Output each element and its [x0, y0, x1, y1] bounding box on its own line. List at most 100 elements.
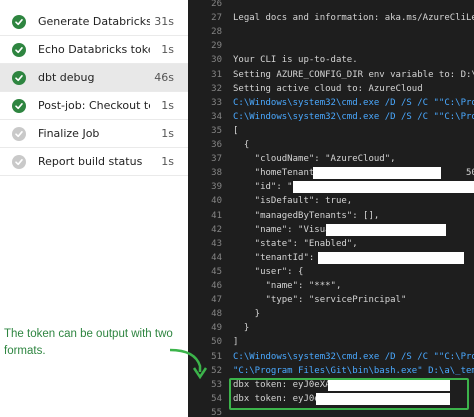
- step-label: dbt debug: [38, 71, 95, 84]
- line-number: 42: [211, 224, 222, 235]
- log-line: 50]: [188, 335, 474, 349]
- log-text: ]: [233, 337, 239, 348]
- check-circle-icon: [12, 98, 26, 113]
- line-number: 41: [211, 210, 222, 221]
- log-console: 26 27 Legal docs and information: aka.ms/A…: [188, 0, 474, 417]
- line-number: 39: [211, 182, 222, 193]
- log-text: "C:\Program Files\Git\bin\bash.exe" D:\a…: [233, 365, 474, 376]
- line-number: 43: [211, 238, 222, 249]
- line-number: 35: [211, 125, 222, 136]
- line-number: 51: [211, 351, 222, 362]
- line-number: 50: [211, 337, 222, 348]
- line-number: 27: [211, 13, 222, 24]
- log-text: [: [233, 125, 239, 136]
- step-duration: 1s: [161, 43, 174, 56]
- line-number: 37: [211, 154, 222, 165]
- log-line: 36 {: [188, 138, 474, 152]
- log-line: 26: [188, 0, 474, 11]
- line-number: 33: [211, 97, 222, 108]
- log-line: 34 C:\Windows\system32\cmd.exe /D /S /C "…: [188, 110, 474, 124]
- line-number: 36: [211, 140, 222, 150]
- log-text: "state": "Enabled",: [233, 238, 358, 249]
- log-text: }: [233, 309, 261, 320]
- log-text: {: [233, 140, 250, 150]
- annotation-text: The token can be output with two formats…: [4, 328, 173, 357]
- line-number: 31: [211, 69, 222, 80]
- step-duration: 46s: [154, 71, 174, 84]
- log-line: 33 C:\Windows\system32\cmd.exe /D /S /C "…: [188, 96, 474, 110]
- log-line: 28: [188, 25, 474, 39]
- log-line: 51 C:\Windows\system32\cmd.exe /D /S /C "…: [188, 350, 474, 364]
- check-circle-icon: [12, 14, 26, 29]
- log-line: 52 "C:\Program Files\Git\bin\bash.exe" D:…: [188, 364, 474, 378]
- line-number: 49: [211, 323, 222, 334]
- log-text: C:\Windows\system32\cmd.exe /D /S /C ""C…: [233, 351, 474, 362]
- redaction-block: [326, 223, 446, 236]
- log-text: "type": "servicePrincipal": [233, 295, 407, 306]
- step-duration: 1s: [161, 99, 174, 112]
- step-duration: 1s: [161, 155, 174, 168]
- line-number: 54: [211, 393, 222, 404]
- log-text: "managedByTenants": [],: [233, 210, 380, 221]
- step-duration: 1s: [161, 127, 174, 140]
- step-label: Report build status: [38, 155, 143, 168]
- step-label: Generate Databricks con: [38, 15, 150, 28]
- pipeline-step[interactable]: dbt debug 46s: [0, 64, 188, 91]
- log-text: Setting AZURE_CONFIG_DIR env variable to…: [233, 69, 474, 80]
- line-number: 47: [211, 295, 222, 306]
- pipeline-step[interactable]: Echo Databricks token 1s: [0, 36, 188, 63]
- log-line: 32 Setting active cloud to: AzureCloud: [188, 82, 474, 96]
- log-text: "name": "***",: [233, 281, 342, 291]
- check-circle-icon: [12, 154, 26, 169]
- redaction-block: [313, 167, 441, 180]
- line-number: 52: [211, 365, 222, 376]
- line-number: 55: [211, 407, 222, 417]
- check-circle-icon: [12, 70, 26, 85]
- log-text: Your CLI is up-to-date.: [233, 55, 358, 66]
- pipeline-step[interactable]: Report build status 1s: [0, 148, 188, 175]
- log-line: 35 [: [188, 124, 474, 138]
- check-circle-icon: [12, 42, 26, 57]
- log-line: 46 "name": "***",: [188, 279, 474, 293]
- line-number: 34: [211, 111, 222, 122]
- line-number: 29: [211, 41, 222, 52]
- line-number: 46: [211, 281, 222, 291]
- redaction-block: [293, 181, 474, 194]
- log-text: C:\Windows\system32\cmd.exe /D /S /C ""C…: [233, 111, 474, 122]
- log-text: Setting active cloud to: AzureCloud: [233, 83, 423, 94]
- log-line: 41 "managedByTenants": [],: [188, 209, 474, 223]
- log-line: 47 "type": "servicePrincipal": [188, 293, 474, 307]
- pipeline-step[interactable]: Generate Databricks con 31s: [0, 8, 188, 35]
- log-line: 27 Legal docs and information: aka.ms/Azu…: [188, 11, 474, 25]
- log-line: 29: [188, 39, 474, 53]
- line-number: 40: [211, 196, 222, 207]
- log-text: "isDefault": true,: [233, 196, 353, 207]
- token-highlight-box: [229, 378, 469, 410]
- line-number: 30: [211, 55, 222, 66]
- log-line: 40 "isDefault": true,: [188, 194, 474, 208]
- log-text: }: [233, 323, 250, 334]
- log-text: "cloudName": "AzureCloud",: [233, 154, 396, 165]
- log-line: 45 "user": {: [188, 265, 474, 279]
- line-number: 44: [211, 252, 222, 263]
- log-text: "user": {: [233, 266, 304, 277]
- log-line: 30 Your CLI is up-to-date.: [188, 53, 474, 67]
- log-line: 31 Setting AZURE_CONFIG_DIR env variable …: [188, 68, 474, 82]
- check-circle-icon: [12, 126, 26, 141]
- pipeline-step[interactable]: Finalize Job 1s: [0, 120, 188, 147]
- line-number: 38: [211, 168, 222, 179]
- log-line: 49 }: [188, 321, 474, 335]
- step-label: Post-job: Checkout test...: [38, 99, 150, 112]
- step-divider: [0, 175, 188, 176]
- step-label: Echo Databricks token: [38, 43, 150, 56]
- pipeline-step[interactable]: Post-job: Checkout test... 1s: [0, 92, 188, 119]
- log-line: 43 "state": "Enabled",: [188, 237, 474, 251]
- log-line: 37 "cloudName": "AzureCloud",: [188, 152, 474, 166]
- log-line: 48 }: [188, 307, 474, 321]
- line-number: 45: [211, 266, 222, 277]
- line-number: 53: [211, 379, 222, 390]
- log-text: C:\Windows\system32\cmd.exe /D /S /C ""C…: [233, 97, 474, 108]
- step-label: Finalize Job: [38, 127, 100, 140]
- log-text: Legal docs and information: aka.ms/Azure…: [233, 13, 474, 24]
- line-number: 48: [211, 309, 222, 320]
